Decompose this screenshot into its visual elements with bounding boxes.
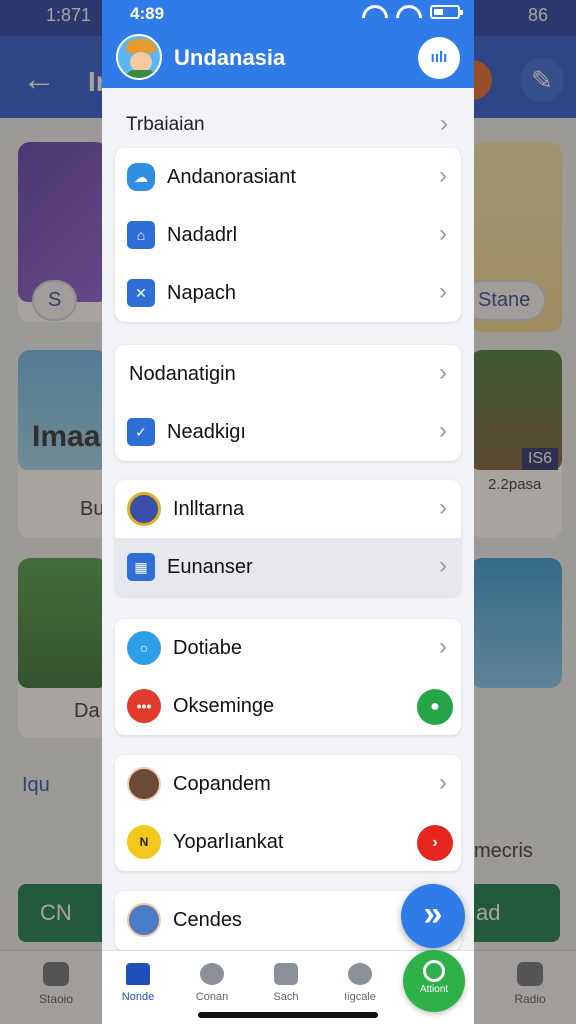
menu-item[interactable]: ••• Oksemingе ●: [115, 677, 461, 735]
grid-icon: ▦: [127, 553, 155, 581]
menu-item-label: Inlltarna: [173, 497, 245, 520]
nav-item-conan[interactable]: Conan: [176, 963, 248, 1003]
header-action-button[interactable]: ıılı: [418, 37, 460, 79]
home-indicator: [198, 1012, 378, 1018]
menu-group-1: ☁ Andanorasiant › ⌂ Nadadrl › ✕ Napach ›: [115, 148, 461, 322]
bag-icon: [274, 963, 298, 985]
menu-item-label: Dotiabe: [173, 636, 242, 659]
home-icon: [126, 963, 150, 985]
green-action-button[interactable]: Attiont: [403, 950, 465, 1012]
home-icon: ⌂: [127, 221, 155, 249]
menu-group-3: Inlltarna › ▦ Eunanser ›: [115, 480, 461, 596]
nav-item-home[interactable]: Nonde: [102, 963, 174, 1003]
menu-item-label: Andanorasiant: [167, 165, 296, 188]
circle-icon: [200, 963, 224, 985]
menu-item-label: Yoparlıankat: [173, 830, 284, 853]
menu-item[interactable]: ☁ Andanorasiant ›: [115, 148, 461, 206]
menu-group-4: ○ Dotiabe › ••• Oksemingе ●: [115, 619, 461, 735]
person-avatar-icon: [127, 767, 161, 801]
coin-icon: N: [127, 825, 161, 859]
search-icon: ○: [127, 631, 161, 665]
menu-item-label: Nodanatigin: [129, 362, 236, 385]
chevron-right-icon: ›: [439, 220, 447, 247]
drawer-title: Undanasia: [174, 45, 286, 70]
globe-icon: [127, 492, 161, 526]
box-icon: ✕: [127, 279, 155, 307]
menu-item-label: Eunanser: [167, 555, 253, 578]
menu-item[interactable]: Inlltarna ›: [115, 480, 461, 538]
status-bar: 4:89: [102, 0, 474, 28]
minus-circle-icon: [348, 963, 372, 985]
menu-item-label: Oksemingе: [173, 694, 275, 717]
status-time: 4:89: [130, 4, 165, 23]
chevron-right-icon: ›: [439, 359, 447, 386]
menu-item[interactable]: Nodanatigin ›: [115, 345, 461, 403]
section-label[interactable]: Trbaiaian: [126, 114, 205, 136]
chevron-right-icon: ›: [439, 494, 447, 521]
chevron-badge[interactable]: ›: [417, 825, 453, 861]
chevron-right-icon[interactable]: ›: [440, 110, 448, 138]
fast-forward-button[interactable]: »: [401, 884, 465, 948]
wifi-icon: [396, 5, 416, 19]
ring-icon: [423, 960, 445, 982]
menu-item[interactable]: ○ Dotiabe ›: [115, 619, 461, 677]
menu-item-label: Nadadrl: [167, 223, 238, 246]
notification-badge[interactable]: ●: [417, 689, 453, 725]
menu-item[interactable]: ✓ Neadkigı ›: [115, 403, 461, 461]
chevron-right-icon: ›: [439, 633, 447, 660]
chevron-right-icon: ›: [439, 417, 447, 444]
navigation-drawer: 4:89 Undanasia ıılı Trbaiaian › ☁ Andano…: [102, 0, 474, 1024]
battery-icon: [430, 5, 463, 19]
menu-group-5: Copandem › N Yoparlıankat ›: [115, 755, 461, 871]
dots-icon: •••: [127, 689, 161, 723]
edit-icon: ✓: [127, 418, 155, 446]
menu-group-2: Nodanatigin › ✓ Neadkigı ›: [115, 345, 461, 461]
chevron-right-icon: ›: [439, 278, 447, 305]
menu-item[interactable]: Copandem ›: [115, 755, 461, 813]
menu-item-selected[interactable]: ▦ Eunanser ›: [115, 538, 461, 596]
menu-item[interactable]: ✕ Napach ›: [115, 264, 461, 322]
menu-item[interactable]: N Yoparlıankat ›: [115, 813, 461, 871]
menu-item-label: Copandem: [173, 772, 271, 795]
menu-item[interactable]: ⌂ Nadadrl ›: [115, 206, 461, 264]
nav-item-iigcale[interactable]: Iigcale: [324, 963, 396, 1003]
wifi-icon: [362, 5, 382, 19]
nav-item-sach[interactable]: Sach: [250, 963, 322, 1003]
person-avatar-icon: [127, 903, 161, 937]
chevron-right-icon: ›: [439, 552, 447, 579]
chevron-right-icon: ›: [439, 769, 447, 796]
profile-avatar-icon[interactable]: [116, 34, 162, 80]
menu-item-label: Napach: [167, 281, 236, 304]
menu-item-label: Neadkigı: [167, 420, 246, 443]
cloud-icon: ☁: [127, 163, 155, 191]
drawer-header: Undanasia ıılı: [102, 28, 474, 88]
chevron-right-icon: ›: [439, 162, 447, 189]
menu-item-label: Cendes: [173, 908, 242, 931]
